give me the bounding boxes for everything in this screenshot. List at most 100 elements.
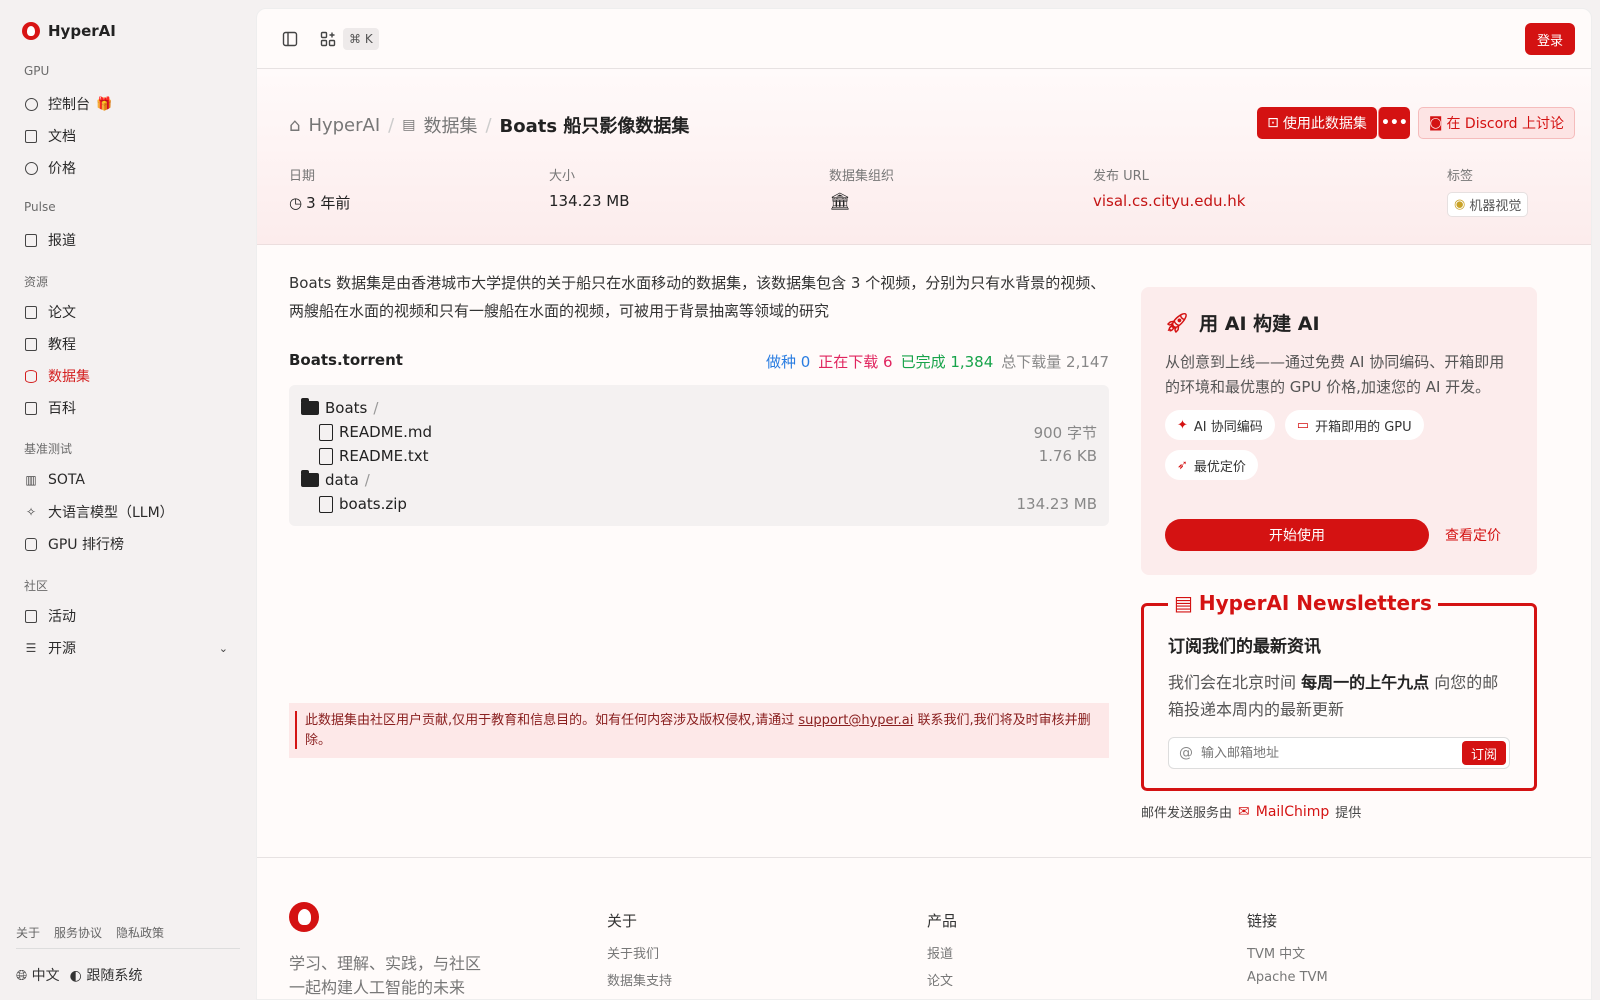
newsletter-heading: 订阅我们的最新资讯 <box>1168 637 1321 657</box>
meta-org: 数据集组织 🏛︎ <box>829 165 894 212</box>
notice-text: 此数据集由社区用户贡献,仅用于教育和信息目的。如有任何内容涉及版权侵权,请通过 <box>305 713 799 728</box>
discord-button[interactable]: ◙ 在 Discord 上讨论 <box>1417 107 1575 139</box>
chip-gpu: ▭ 开箱即用的 GPU <box>1284 410 1424 440</box>
sidebar-item-llm[interactable]: ✧ 大语言模型（LLM） <box>16 498 240 526</box>
sparkles-icon: ✦ <box>1177 417 1188 433</box>
nav-group-pulse: Pulse <box>24 200 56 214</box>
view-pricing-link[interactable]: 查看定价 <box>1445 525 1501 545</box>
privacy-link[interactable]: 隐私政策 <box>116 924 164 941</box>
doc-icon <box>24 129 38 143</box>
footer-link[interactable]: 关于我们 <box>607 943 672 962</box>
book-icon <box>24 337 38 351</box>
sidebar-item-docs[interactable]: 文档 <box>16 122 240 150</box>
dataset-header: ⌂ HyperAI / ▤ 数据集 / Boats 船只影像数据集 ⊡ 使用此数… <box>257 69 1591 245</box>
folder-icon <box>301 398 319 415</box>
newsletter-box: ▤ HyperAI Newsletters 订阅我们的最新资讯 我们会在北京时间 … <box>1141 591 1537 791</box>
apps-icon[interactable] <box>317 28 339 50</box>
support-email-link[interactable]: support@hyper.ai <box>798 713 913 728</box>
file-row[interactable]: README.md 900 字节 <box>301 420 1097 444</box>
copyright-notice: 此数据集由社区用户贡献,仅用于教育和信息目的。如有任何内容涉及版权侵权,请通过 … <box>289 703 1109 758</box>
footer-link[interactable]: 报道 <box>927 943 957 962</box>
use-dataset-button[interactable]: ⊡ 使用此数据集 <box>1257 107 1377 139</box>
subscribe-button[interactable]: 订阅 <box>1462 741 1506 765</box>
more-button[interactable]: ••• <box>1377 107 1410 139</box>
torrent-name[interactable]: Boats.torrent <box>289 351 403 372</box>
file-row[interactable]: data / <box>301 468 1097 492</box>
list-icon: ☰ <box>25 641 37 655</box>
sidebar-item-datasets[interactable]: 数据集 <box>16 362 240 390</box>
sidebar-item-tutorials[interactable]: 教程 <box>16 330 240 358</box>
newsletter-title: HyperAI Newsletters <box>1198 591 1432 615</box>
publish-url-link[interactable]: visal.cs.cityu.edu.hk <box>1093 192 1245 210</box>
page-title: Boats 船只影像数据集 <box>499 116 690 137</box>
gift-icon: 🎁 <box>96 96 113 112</box>
promo-text: 从创意到上线——通过免费 AI 协同编码、开箱即用的环境和最优惠的 GPU 价格… <box>1165 353 1505 396</box>
chip-label: AI 协同编码 <box>1193 419 1263 435</box>
file-row[interactable]: README.txt 1.76 KB <box>301 444 1097 468</box>
sidebar-item-label: 文档 <box>48 129 76 145</box>
sidebar-item-papers[interactable]: 论文 <box>16 298 240 326</box>
file-size: 134.23 MB <box>1016 495 1098 513</box>
wiki-icon <box>24 401 38 415</box>
sidebar-item-label: 数据集 <box>48 369 90 385</box>
feature-chips: ✦ AI 协同编码 ▭ 开箱即用的 GPU ➶ 最优定价 <box>1165 410 1513 480</box>
meta-label: 数据集组织 <box>829 169 895 184</box>
dataset-description: Boats 数据集是由香港城市大学提供的关于船只在水面移动的数据集，该数据集包含… <box>289 274 1106 320</box>
breadcrumb: ⌂ HyperAI / ▤ 数据集 / Boats 船只影像数据集 <box>289 112 689 138</box>
footer-link[interactable]: Apache TVM <box>1247 970 1328 985</box>
globe-icon: 🌐︎ <box>16 968 28 984</box>
sidebar-item-events[interactable]: 活动 <box>16 602 240 630</box>
breadcrumb-separator: / <box>485 114 492 136</box>
terms-link[interactable]: 服务协议 <box>54 924 102 941</box>
footer-col-title: 链接 <box>1247 912 1278 930</box>
breadcrumb-section[interactable]: 数据集 <box>423 112 477 138</box>
file-icon <box>319 495 333 513</box>
meta-label: 发布 URL <box>1093 169 1149 184</box>
sidebar-item-pricing[interactable]: 价格 <box>16 154 240 182</box>
login-button[interactable]: 登录 <box>1525 23 1575 55</box>
sidebar-item-label: 教程 <box>48 337 76 353</box>
clock-icon: ◷ <box>289 193 303 212</box>
dollar-icon <box>24 161 38 175</box>
sidebar-item-wiki[interactable]: 百科 <box>16 394 240 422</box>
tag-badge[interactable]: ◉ 机器视觉 <box>1447 192 1529 217</box>
theme-selector[interactable]: ◐ 跟随系统 <box>70 965 143 985</box>
search-shortcut[interactable]: ⌘ K <box>343 28 379 50</box>
sidebar-item-console[interactable]: 控制台 🎁 <box>16 90 240 118</box>
footer-link[interactable]: 数据集支持 <box>607 970 672 989</box>
home-icon: ⌂ <box>289 114 301 136</box>
newsletter-text-part: 我们会在北京时间 <box>1168 673 1302 692</box>
nav-group-benchmarks: 基准测试 <box>24 442 73 456</box>
footer-logo-icon[interactable] <box>289 902 319 932</box>
mailchimp-link[interactable]: ✉ MailChimp <box>1238 804 1329 820</box>
footer-link[interactable]: TVM 中文 <box>1247 943 1328 962</box>
mail-provider: 邮件发送服务由 ✉ MailChimp 提供 <box>1141 802 1361 822</box>
breadcrumb-home[interactable]: HyperAI <box>308 115 380 136</box>
chip-label: 最优定价 <box>1193 459 1246 475</box>
newspaper-icon: ▤ <box>1174 591 1193 615</box>
newsletter-text: 我们会在北京时间 每周一的上午九点 向您的邮箱投递本周内的最新更新 <box>1168 669 1510 723</box>
file-icon <box>319 447 333 465</box>
completed-count: 已完成 1,384 <box>900 353 994 371</box>
footer-link[interactable]: 论文 <box>927 970 957 989</box>
theme-icon: ◐ <box>69 968 82 984</box>
file-row[interactable]: Boats / <box>301 396 1097 420</box>
downloading-count: 正在下载 6 <box>818 353 893 371</box>
sidebar-item-opensource[interactable]: ☰ 开源 ⌄ <box>16 634 240 662</box>
newsletter-schedule: 每周一的上午九点 <box>1301 673 1430 692</box>
sidebar-item-news[interactable]: 报道 <box>16 226 240 254</box>
institution-icon[interactable]: 🏛︎ <box>829 192 851 212</box>
brand[interactable]: HyperAI <box>22 22 116 40</box>
email-field[interactable] <box>1201 745 1441 761</box>
folder-icon <box>301 470 319 487</box>
sidebar-item-label: 活动 <box>48 609 76 625</box>
file-name: Boats <box>325 399 368 417</box>
sidebar-item-sota[interactable]: ▥ SOTA <box>16 466 240 494</box>
sidebar-toggle-icon[interactable] <box>279 28 301 50</box>
sidebar-item-gpu-leaderboard[interactable]: GPU 排行榜 <box>16 530 240 558</box>
start-button[interactable]: 开始使用 <box>1165 519 1429 551</box>
paper-icon <box>24 305 38 319</box>
language-selector[interactable]: 🌐︎ 中文 <box>16 965 60 985</box>
file-row[interactable]: boats.zip 134.23 MB <box>301 492 1097 516</box>
about-link[interactable]: 关于 <box>16 924 40 941</box>
